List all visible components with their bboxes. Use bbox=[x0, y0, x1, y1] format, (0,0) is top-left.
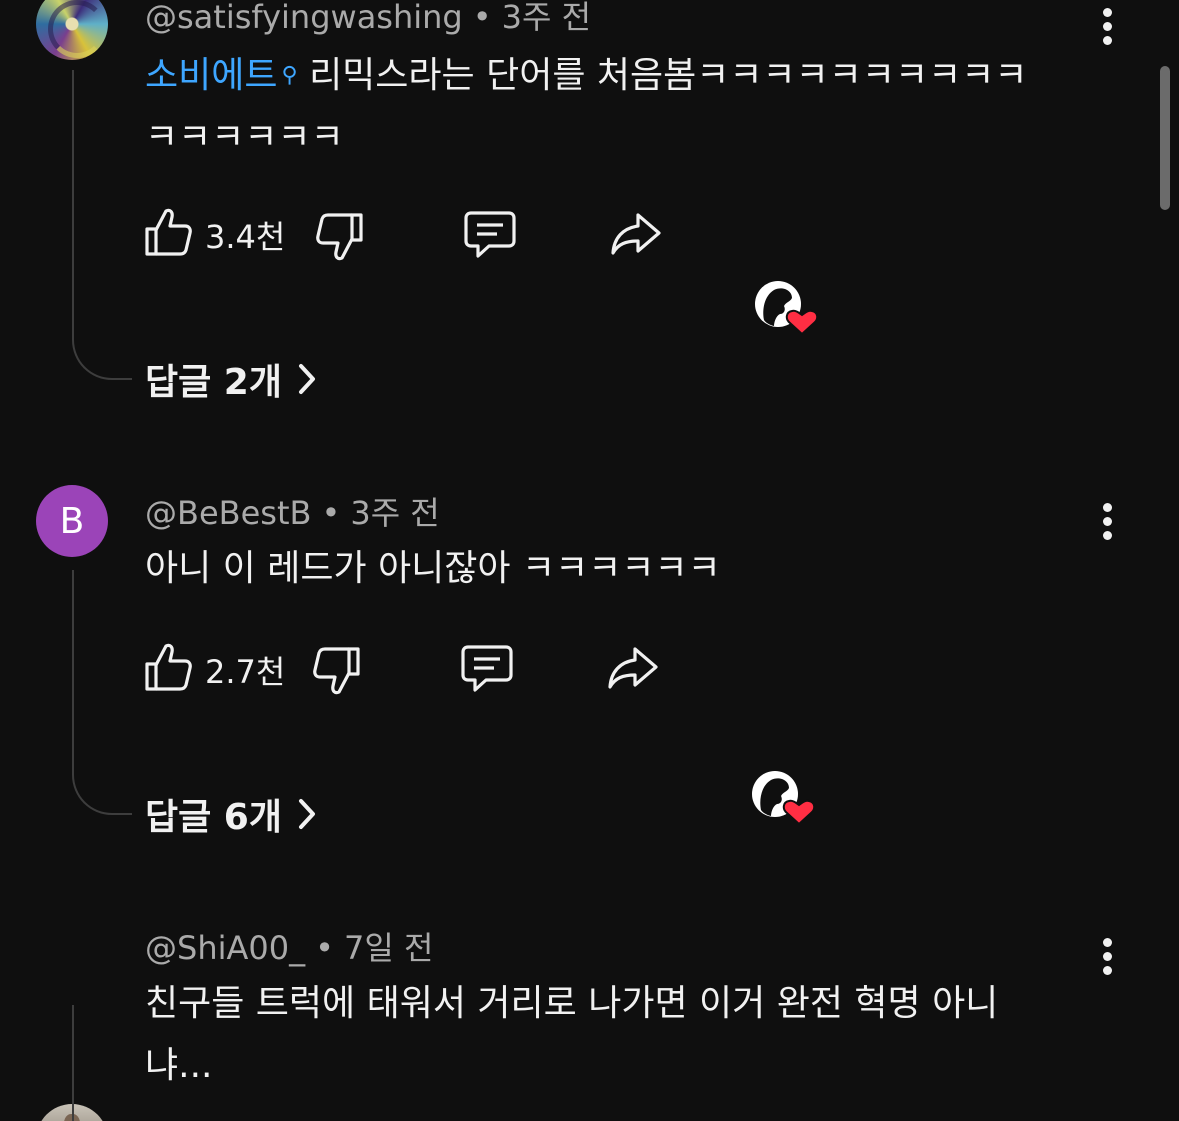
more-vert-icon[interactable] bbox=[1101, 503, 1113, 540]
thread-curve bbox=[72, 773, 132, 815]
avatar-bebestb[interactable]: B bbox=[36, 485, 108, 557]
chevron-right-icon bbox=[296, 797, 318, 831]
thumbs-down-icon[interactable] bbox=[313, 646, 361, 696]
author-name[interactable]: @ShiA00_ bbox=[145, 929, 305, 967]
replies-label: 답글 2개 bbox=[145, 362, 282, 403]
thread-line bbox=[72, 1005, 74, 1121]
more-vert-icon[interactable] bbox=[1101, 938, 1113, 975]
scrollbar[interactable] bbox=[1160, 66, 1170, 210]
comment-meta: @satisfyingwashing • 3주 전 bbox=[145, 0, 591, 38]
share-icon[interactable] bbox=[610, 212, 662, 256]
comment-meta: @BeBestB • 3주 전 bbox=[145, 488, 440, 534]
view-replies-button[interactable]: 답글 6개 bbox=[145, 788, 318, 840]
comment-text: 아니 이 레드가 아니잖아 ㅋㅋㅋㅋㅋㅋ bbox=[145, 538, 1105, 600]
search-icon: ⚲ bbox=[281, 63, 298, 88]
like-count: 3.4천 bbox=[205, 218, 286, 256]
comment-text: 친구들 트럭에 태워서 거리로 나가면 이거 완전 혁명 아니 냐... bbox=[145, 973, 1105, 1097]
meta-separator: • bbox=[315, 929, 334, 967]
comment-text-line2: 냐... bbox=[145, 1045, 213, 1086]
meta-separator: • bbox=[321, 494, 341, 532]
thread-line bbox=[72, 570, 74, 773]
share-icon[interactable] bbox=[607, 646, 659, 690]
author-name[interactable]: @satisfyingwashing bbox=[145, 0, 463, 36]
comment-text-line1: 리믹스라는 단어를 처음봄ㅋㅋㅋㅋㅋㅋㅋㅋㅋㅋ bbox=[309, 55, 1028, 96]
comments-page: @satisfyingwashing • 3주 전 소비에트 ⚲ 리믹스라는 단어를 … bbox=[0, 0, 1179, 1121]
thumbs-down-icon[interactable] bbox=[316, 212, 364, 262]
comment-meta: @ShiA00_ • 7일 전 bbox=[145, 923, 433, 969]
thumbs-up-icon[interactable] bbox=[144, 207, 192, 257]
thread-curve bbox=[72, 338, 132, 380]
mention-link[interactable]: 소비에트 bbox=[145, 55, 277, 96]
like-count: 2.7천 bbox=[205, 653, 286, 691]
comment-time: 3주 전 bbox=[501, 0, 592, 36]
view-replies-button[interactable]: 답글 2개 bbox=[145, 353, 318, 405]
comment-text-line1: 친구들 트럭에 태워서 거리로 나가면 이거 완전 혁명 아니 bbox=[145, 983, 999, 1024]
chevron-right-icon bbox=[296, 362, 318, 396]
meta-separator: • bbox=[472, 0, 492, 36]
comment-text-line2: ㅋㅋㅋㅋㅋㅋ bbox=[145, 117, 344, 158]
avatar-satisfyingwashing[interactable] bbox=[36, 0, 108, 60]
comment-time: 7일 전 bbox=[343, 929, 434, 967]
comment-time: 3주 전 bbox=[350, 494, 440, 532]
creator-heart-icon bbox=[751, 770, 816, 826]
avatar-letter: B bbox=[59, 500, 85, 542]
comment-text-line1: 아니 이 레드가 아니잖아 ㅋㅋㅋㅋㅋㅋ bbox=[145, 548, 721, 589]
thread-line bbox=[72, 70, 74, 338]
creator-heart-icon bbox=[754, 280, 819, 336]
comment-icon[interactable] bbox=[463, 210, 517, 260]
more-vert-icon[interactable] bbox=[1101, 8, 1113, 45]
thumbs-up-icon[interactable] bbox=[144, 642, 192, 692]
author-name[interactable]: @BeBestB bbox=[145, 494, 311, 532]
comment-icon[interactable] bbox=[460, 644, 514, 694]
replies-label: 답글 6개 bbox=[145, 797, 282, 838]
comment-text: 소비에트 ⚲ 리믹스라는 단어를 처음봄ㅋㅋㅋㅋㅋㅋㅋㅋㅋㅋ ㅋㅋㅋㅋㅋㅋ bbox=[145, 45, 1105, 169]
